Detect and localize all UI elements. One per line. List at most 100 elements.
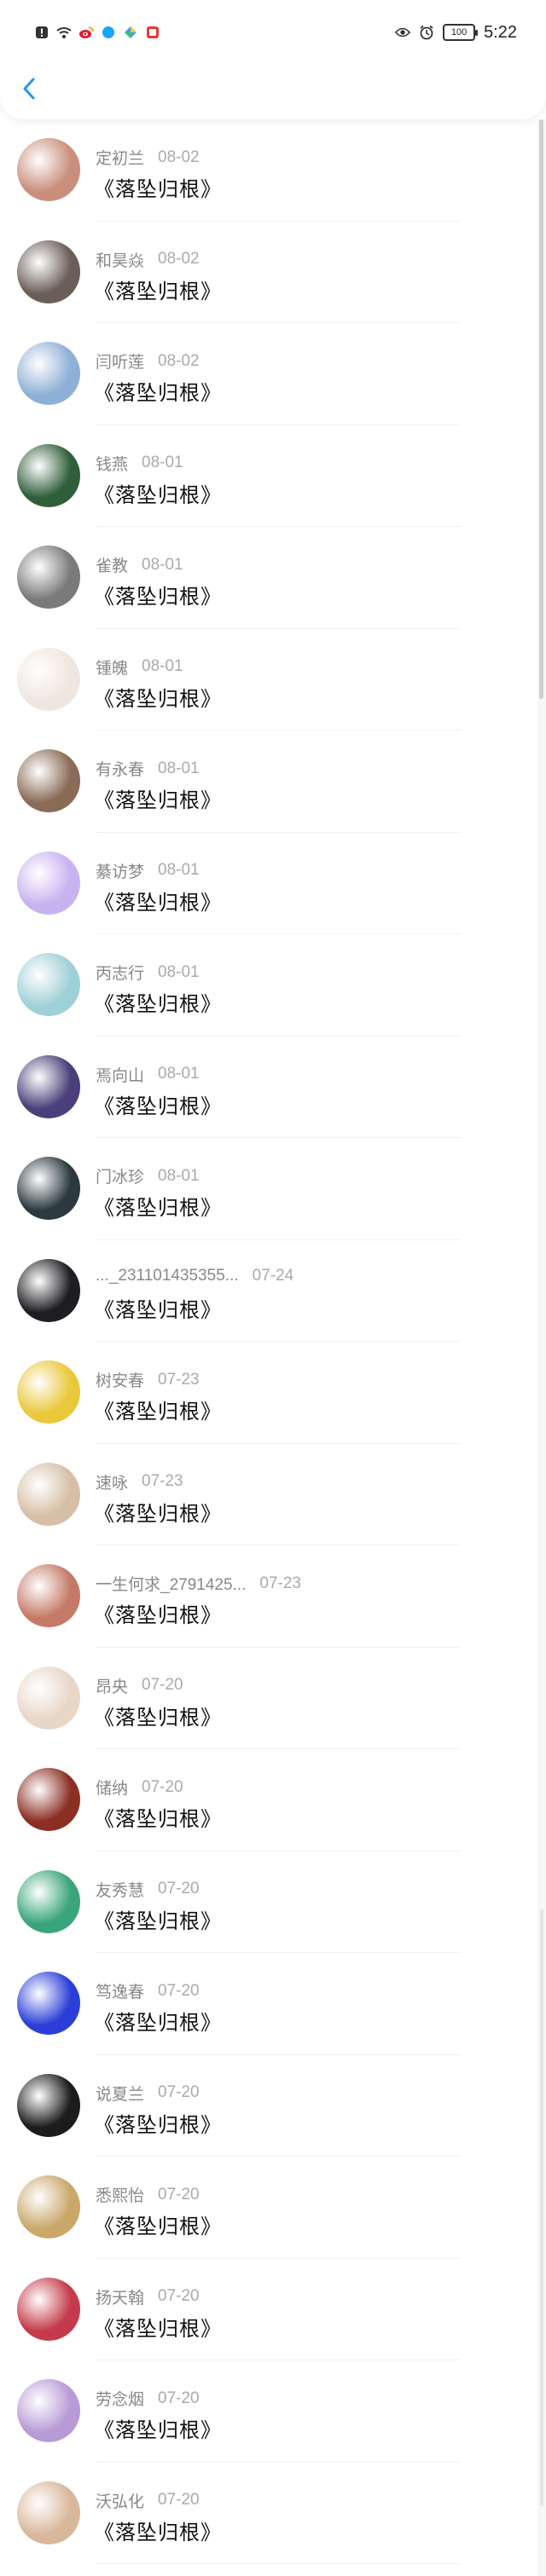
commenter-name[interactable]: 闫听莲 [96,349,144,373]
comment-item[interactable]: 门冰珍 08-01 《落坠归根》 [0,1138,546,1240]
avatar[interactable] [17,2379,80,2442]
comment-item[interactable]: 说夏兰 07-20 《落坠归根》 [0,2055,546,2157]
comment-date: 08-02 [158,351,200,370]
avatar[interactable] [17,1360,80,1424]
commenter-name[interactable]: 储纳 [96,1776,128,1799]
comment-item[interactable]: 锺魄 08-01 《落坠归根》 [0,629,546,731]
commenter-name[interactable]: 和昊焱 [96,248,144,271]
comment-item[interactable]: 笃逸春 07-20 《落坠归根》 [0,1953,546,2055]
comment-item[interactable]: 雀教 08-01 《落坠归根》 [0,527,546,629]
commenter-name[interactable]: 沃弘化 [96,2489,144,2512]
comment-meta: 锺魄 08-01 [96,656,183,679]
comment-item[interactable]: 钱燕 08-01 《落坠归根》 [0,425,546,527]
comment-item[interactable]: 昂央 07-20 《落坠归根》 [0,1648,546,1749]
comment-date: 07-20 [158,2388,200,2407]
avatar[interactable] [17,138,80,201]
avatar[interactable] [17,1462,80,1526]
comment-item[interactable]: 悉熙怡 07-20 《落坠归根》 [0,2157,546,2259]
comment-text: 《落坠归根》 [94,891,222,915]
comment-meta: 储纳 07-20 [96,1776,183,1799]
comment-text: 《落坠归根》 [94,280,222,303]
comment-item[interactable]: 闫听莲 08-02 《落坠归根》 [0,323,546,425]
comment-meta: 雀教 08-01 [96,553,183,576]
comment-date: 07-24 [252,1266,294,1285]
commenter-name[interactable]: 一生何求_2791425... [96,1572,246,1595]
comment-item[interactable]: 丙志行 08-01 《落坠归根》 [0,934,546,1037]
comment-item[interactable]: 沃弘化 07-20 《落坠归根》 [0,2463,546,2564]
scrollbar-thumb[interactable] [539,119,543,699]
comment-date: 07-20 [158,2287,200,2305]
avatar[interactable] [17,240,80,303]
commenter-name[interactable]: 悉熙怡 [96,2183,144,2206]
commenter-name[interactable]: 友秀慧 [96,1878,144,1901]
avatar[interactable] [17,1564,80,1627]
commenter-name[interactable]: 树安春 [96,1368,144,1391]
commenter-name[interactable]: 锺魄 [96,656,128,679]
comment-item[interactable]: 一生何求_2791425... 07-23 《落坠归根》 [0,1545,546,1648]
commenter-name[interactable]: 昂央 [96,1674,128,1697]
commenter-name[interactable]: ..._231101435355... [96,1267,239,1285]
commenter-name[interactable]: 笃逸春 [96,1979,144,2002]
comment-text: 《落坠归根》 [94,2419,222,2442]
comment-item[interactable]: 扬天翰 07-20 《落坠归根》 [0,2259,546,2360]
avatar[interactable] [17,2481,80,2544]
comment-item[interactable]: 速咏 07-23 《落坠归根》 [0,1444,546,1545]
avatar[interactable] [17,1666,80,1730]
avatar[interactable] [17,749,80,812]
comment-date: 08-02 [158,250,200,268]
comment-text: 《落坠归根》 [94,1502,222,1526]
avatar[interactable] [17,342,80,405]
comment-item[interactable]: 和昊焱 08-02 《落坠归根》 [0,222,546,323]
avatar[interactable] [17,1054,80,1118]
avatar[interactable] [17,2073,80,2137]
comment-item[interactable]: 友秀慧 07-20 《落坠归根》 [0,1851,546,1953]
comment-item[interactable]: 有永春 08-01 《落坠归根》 [0,731,546,833]
comment-item[interactable]: 焉向山 08-01 《落坠归根》 [0,1037,546,1138]
avatar[interactable] [17,1768,80,1831]
comment-date: 07-20 [158,2491,200,2509]
avatar[interactable] [17,2277,80,2341]
chevron-left-icon [23,78,35,100]
avatar[interactable] [17,953,80,1016]
comment-item[interactable]: 劳念烟 07-20 《落坠归根》 [0,2360,546,2463]
avatar[interactable] [17,443,80,507]
commenter-name[interactable]: 速咏 [96,1470,128,1493]
avatar[interactable] [17,1157,80,1220]
comment-text: 《落坠归根》 [94,2012,222,2035]
comment-date: 07-23 [142,1472,183,1490]
avatar[interactable] [17,851,80,915]
commenter-name[interactable]: 门冰珍 [96,1164,144,1187]
commenter-name[interactable]: 有永春 [96,757,144,780]
avatar[interactable] [17,1869,80,1933]
avatar[interactable] [17,1258,80,1322]
comment-date: 08-01 [158,1065,200,1083]
comment-text: 《落坠归根》 [94,586,222,609]
commenter-name[interactable]: 綦访梦 [96,859,144,882]
comment-meta: 说夏兰 07-20 [96,2082,200,2105]
comment-item[interactable]: ..._231101435355... 07-24 《落坠归根》 [0,1240,546,1342]
comment-item[interactable]: 树安春 07-23 《落坠归根》 [0,1342,546,1444]
comment-text: 《落坠归根》 [94,1197,222,1220]
commenter-name[interactable]: 雀教 [96,553,128,576]
comment-item[interactable]: 定初兰 08-02 《落坠归根》 [0,119,546,222]
avatar[interactable] [17,2175,80,2238]
comment-item[interactable]: 綦访梦 08-01 《落坠归根》 [0,833,546,934]
comment-meta: 树安春 07-23 [96,1368,200,1391]
comment-meta: 一生何求_2791425... 07-23 [96,1572,301,1595]
commenter-name[interactable]: 定初兰 [96,146,144,169]
commenter-name[interactable]: 扬天翰 [96,2285,144,2308]
avatar[interactable] [17,647,80,711]
comment-date: 08-01 [158,759,200,777]
wifi-icon [56,25,72,40]
commenter-name[interactable]: 钱燕 [96,452,128,475]
avatar[interactable] [17,1972,80,2035]
comment-date: 07-23 [259,1574,301,1592]
avatar[interactable] [17,546,80,609]
commenter-name[interactable]: 丙志行 [96,961,144,984]
comment-item[interactable]: 储纳 07-20 《落坠归根》 [0,1749,546,1851]
commenter-name[interactable]: 焉向山 [96,1063,144,1086]
commenter-name[interactable]: 说夏兰 [96,2082,144,2105]
back-button[interactable] [14,73,44,104]
commenter-name[interactable]: 劳念烟 [96,2387,144,2410]
comment-meta: 定初兰 08-02 [96,146,200,169]
